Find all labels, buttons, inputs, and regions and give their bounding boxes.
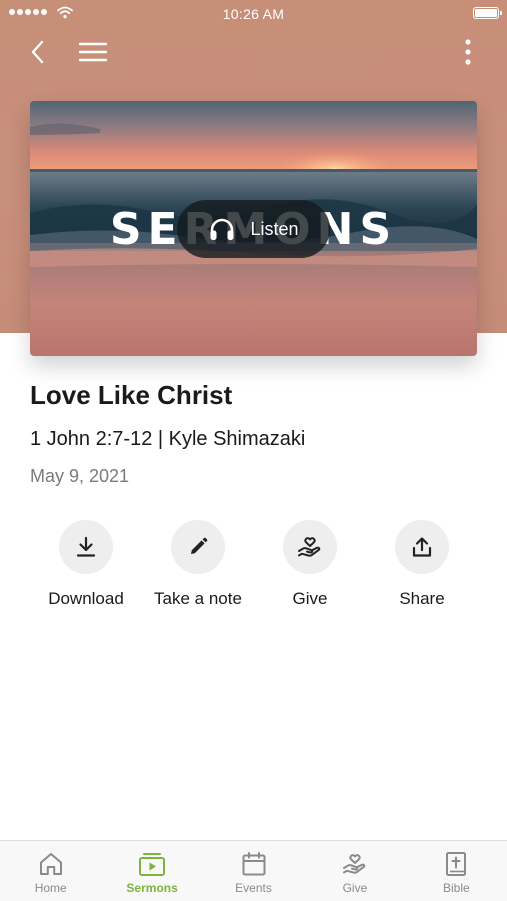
take-a-note-button[interactable]: Take a note: [142, 520, 254, 609]
calendar-icon: [242, 852, 266, 876]
tab-home[interactable]: Home: [0, 841, 101, 901]
home-icon: [39, 853, 62, 875]
tab-bible-label: Bible: [442, 881, 470, 895]
sermon-artwork: SERMONS Listen: [30, 101, 477, 356]
chevron-left-icon: [31, 40, 44, 64]
navigation-bar: [0, 30, 507, 74]
give-icon: [342, 854, 366, 874]
take-a-note-label: Take a note: [154, 589, 242, 608]
listen-label: Listen: [250, 218, 299, 239]
download-button[interactable]: Download: [30, 520, 142, 609]
give-button[interactable]: Give: [254, 520, 366, 609]
share-icon: [412, 537, 432, 557]
more-vertical-icon: [465, 39, 471, 65]
back-button[interactable]: [16, 30, 60, 74]
pencil-icon-circle: [171, 520, 225, 574]
pencil-icon: [191, 537, 208, 554]
sermon-date: May 9, 2021: [30, 466, 130, 486]
tab-home-label: Home: [34, 881, 67, 895]
hamburger-menu-icon: [79, 42, 107, 62]
tab-give-label: Give: [342, 881, 368, 895]
tab-events[interactable]: Events: [203, 841, 304, 901]
tab-give[interactable]: Give: [304, 841, 405, 901]
download-icon: [76, 536, 96, 557]
download-label: Download: [48, 589, 124, 608]
sermons-icon: [139, 853, 166, 876]
tab-bible[interactable]: Bible: [406, 841, 507, 901]
headphones-icon: [210, 218, 234, 240]
listen-button[interactable]: Listen: [177, 200, 330, 258]
bottom-tab-bar: Home Sermons Events Give Bible: [0, 840, 507, 901]
share-button[interactable]: Share: [366, 520, 478, 609]
give-icon-circle: [283, 520, 337, 574]
share-icon-circle: [395, 520, 449, 574]
bible-icon: [446, 852, 467, 876]
sermon-subtitle: 1 John 2:7-12 | Kyle Shimazaki: [30, 428, 306, 450]
sermon-title: Love Like Christ: [30, 380, 233, 410]
battery-icon: [473, 7, 502, 19]
status-bar: 10:26 AM: [0, 0, 507, 28]
give-hand-heart-icon: [298, 537, 321, 557]
share-label: Share: [399, 589, 445, 608]
menu-button[interactable]: [71, 30, 115, 74]
tab-events-label: Events: [235, 881, 272, 895]
sermon-actions: Download Take a note Give Share: [30, 520, 478, 609]
tab-sermons[interactable]: Sermons: [101, 841, 202, 901]
download-icon-circle: [59, 520, 113, 574]
more-options-button[interactable]: [446, 30, 490, 74]
tab-sermons-label: Sermons: [126, 881, 178, 895]
give-label: Give: [292, 589, 328, 608]
status-time: 10:26 AM: [222, 6, 285, 22]
